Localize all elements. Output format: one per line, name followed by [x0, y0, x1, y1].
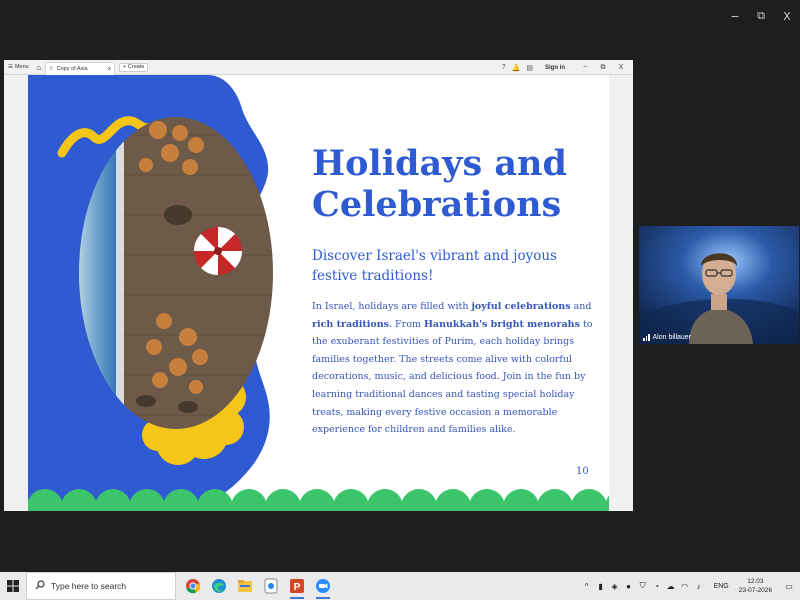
scallop-wave [367, 489, 403, 511]
clock-date: 23-07-2026 [738, 587, 772, 594]
svg-text:P: P [294, 582, 301, 593]
right-margin [609, 75, 633, 511]
scallop-wave [571, 489, 607, 511]
body-text-run: . From [389, 318, 424, 330]
scallop-wave [333, 489, 369, 511]
tab-copy-of-asia[interactable]: ☆ Copy of Asia x [44, 61, 115, 75]
window-close-button[interactable]: X [615, 64, 627, 71]
window-minimize-button[interactable]: − [579, 64, 591, 71]
body-emphasis: rich traditions [312, 318, 390, 330]
window-restore-button[interactable]: ⧉ [597, 64, 609, 72]
browser-window: ☰ Menu ⌂ ☆ Copy of Asia x + Create ? 🔔 ▤… [4, 60, 633, 511]
volume-icon[interactable]: ♪ [694, 582, 704, 591]
notification-icon[interactable]: ▭ [782, 572, 796, 600]
outer-minimize-button[interactable]: − [722, 6, 748, 26]
signal-icon [643, 334, 650, 341]
title-line-1: Holidays and [312, 143, 567, 184]
scallop-wave [265, 489, 301, 511]
app-tray-icon[interactable]: ● [624, 582, 634, 591]
cloud-icon[interactable]: ☁ [666, 582, 676, 591]
title-line-2: Celebrations [312, 184, 562, 225]
subtitle-line-1: Discover Israel's vibrant and joyous [312, 248, 557, 264]
outer-restore-button[interactable]: ⧉ [748, 6, 774, 26]
system-clock[interactable]: 12:03 23-07-2026 [739, 577, 772, 595]
tab-title: Copy of Asia [56, 65, 88, 72]
security-icon[interactable]: ◈ [610, 582, 620, 591]
edge-icon[interactable] [206, 572, 232, 600]
green-scallop-border [28, 489, 609, 511]
notification-bell-icon[interactable]: 🔔 [512, 64, 521, 72]
zoom-icon[interactable] [310, 572, 336, 600]
participant-name: Alon billauer [652, 334, 692, 341]
scallop-wave [469, 489, 505, 511]
clock-time: 12:03 [747, 578, 764, 585]
carousel-tent [193, 226, 243, 276]
body-emphasis: Hanukkah's bright menorahs [423, 318, 580, 330]
usb-icon[interactable]: ▮ [596, 582, 606, 591]
body-emphasis: joyful celebrations [471, 301, 571, 312]
scallop-wave [537, 489, 573, 511]
search-icon [35, 580, 45, 592]
help-icon[interactable]: ? [502, 64, 506, 71]
scallop-wave [401, 489, 437, 511]
presentation-slide: Holidays and Celebrations Discover Israe… [28, 75, 609, 511]
chrome-icon[interactable] [180, 572, 206, 600]
search-placeholder: Type here to search [51, 581, 127, 591]
subtitle-line-2: festive traditions! [312, 268, 434, 284]
page-number: 10 [576, 466, 589, 477]
browser-content: Holidays and Celebrations Discover Israe… [4, 75, 633, 511]
app-icon[interactable] [258, 572, 284, 600]
slide-title: Holidays and Celebrations [312, 143, 602, 225]
body-text-run: and [570, 301, 592, 312]
left-margin [4, 75, 28, 511]
participant-name-label: Alon billauer [643, 334, 691, 341]
participant-video [639, 226, 799, 344]
home-icon[interactable]: ⌂ [33, 63, 45, 72]
browser-tab-bar: ☰ Menu ⌂ ☆ Copy of Asia x + Create ? 🔔 ▤… [4, 60, 633, 75]
slide-subtitle: Discover Israel's vibrant and joyous fes… [312, 246, 602, 286]
scallop-wave [605, 495, 609, 511]
outer-window-controls: − ⧉ X [722, 6, 800, 26]
scallop-wave [299, 489, 335, 511]
outer-close-button[interactable]: X [774, 6, 800, 26]
chevron-up-icon[interactable]: ^ [582, 582, 592, 591]
plus-icon: + [122, 64, 126, 70]
body-text-run: to the exuberant festivities of Purim, e… [312, 318, 593, 436]
video-tile[interactable]: Alon billauer [639, 226, 799, 344]
shield-icon[interactable]: ⛉ [638, 581, 648, 591]
scallop-wave [435, 489, 471, 511]
taskbar-apps: P [180, 572, 336, 600]
file-explorer-icon[interactable] [232, 572, 258, 600]
create-label: Create [127, 64, 145, 70]
create-button[interactable]: + Create [118, 62, 149, 72]
wifi-icon[interactable]: ◔ [652, 582, 662, 591]
hamburger-icon: ☰ [8, 64, 13, 70]
menu-label: Menu [14, 64, 29, 70]
sign-in-link[interactable]: Sign in [545, 65, 565, 71]
windows-start-icon[interactable] [0, 572, 26, 600]
tab-close-icon[interactable]: x [108, 66, 111, 72]
browser-toolbar-right: ? 🔔 ▤ Sign in − ⧉ X [502, 60, 633, 75]
scallop-wave [231, 489, 267, 511]
system-tray: ^ ▮ ◈ ● ⛉ ◔ ☁ ◠ ♪ ENG 12:03 23-07-2026 ▭ [582, 572, 800, 600]
scallop-wave [503, 489, 539, 511]
download-icon[interactable]: ▤ [526, 64, 533, 72]
slide-artwork [28, 75, 609, 511]
windows-taskbar: Type here to search P ^ ▮ ◈ ● ⛉ ◔ ☁ ◠ ♪ … [0, 572, 800, 600]
taskbar-search-box[interactable]: Type here to search [26, 572, 176, 600]
slide-body-text: In Israel, holidays are filled with joyf… [312, 298, 604, 439]
powerpoint-icon[interactable]: P [284, 572, 310, 600]
language-indicator[interactable]: ENG [714, 583, 729, 590]
menu-button[interactable]: ☰ Menu [4, 60, 33, 74]
network-icon[interactable]: ◠ [680, 582, 690, 591]
body-text-run: In Israel, holidays are filled with [312, 301, 472, 312]
star-icon: ☆ [48, 65, 54, 72]
